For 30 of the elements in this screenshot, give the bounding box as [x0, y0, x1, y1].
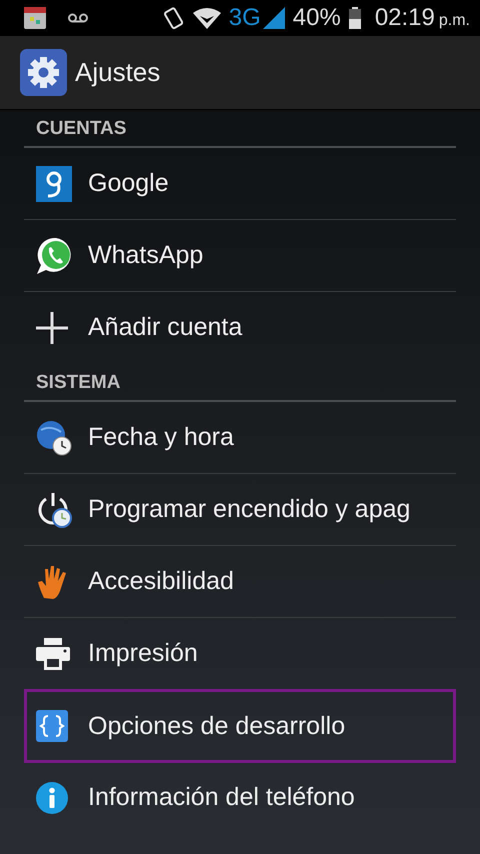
battery-icon	[348, 7, 361, 29]
screen-title: Ajustes	[75, 57, 160, 88]
settings-row[interactable]: Programar encendido y apag	[24, 474, 456, 546]
settings-icon[interactable]	[20, 49, 67, 96]
settings-row[interactable]: Accesibilidad	[24, 546, 456, 618]
section-header: CUENTAS	[36, 118, 126, 140]
settings-row[interactable]: Impresión	[24, 618, 456, 690]
calendar-icon	[24, 7, 46, 29]
voicemail-icon	[68, 13, 88, 23]
plus-icon	[36, 312, 68, 344]
wifi-icon	[192, 7, 221, 29]
section-header: SISTEMA	[36, 372, 120, 394]
braces-icon	[36, 710, 68, 742]
network-type: 3G	[228, 4, 261, 32]
globe-clock-icon	[36, 420, 72, 456]
settings-row[interactable]: Información del teléfono	[24, 762, 456, 834]
vibrate-icon	[162, 6, 185, 30]
battery-percent: 40%	[292, 4, 341, 32]
settings-row[interactable]: Añadir cuenta	[24, 292, 456, 364]
logo-icon	[36, 166, 72, 202]
settings-row[interactable]: WhatsApp	[24, 220, 456, 292]
power-clock-icon	[36, 492, 72, 528]
clock: 02:19	[374, 4, 435, 32]
settings-row[interactable]: Google	[24, 148, 456, 220]
signal-icon	[262, 7, 285, 29]
printer-icon	[36, 638, 70, 670]
settings-row[interactable]: Fecha y hora	[24, 402, 456, 474]
highlighted-settings-row[interactable]: Opciones de desarrollo	[24, 689, 456, 763]
time-period: p.m.	[438, 12, 470, 30]
info-icon	[36, 782, 68, 814]
